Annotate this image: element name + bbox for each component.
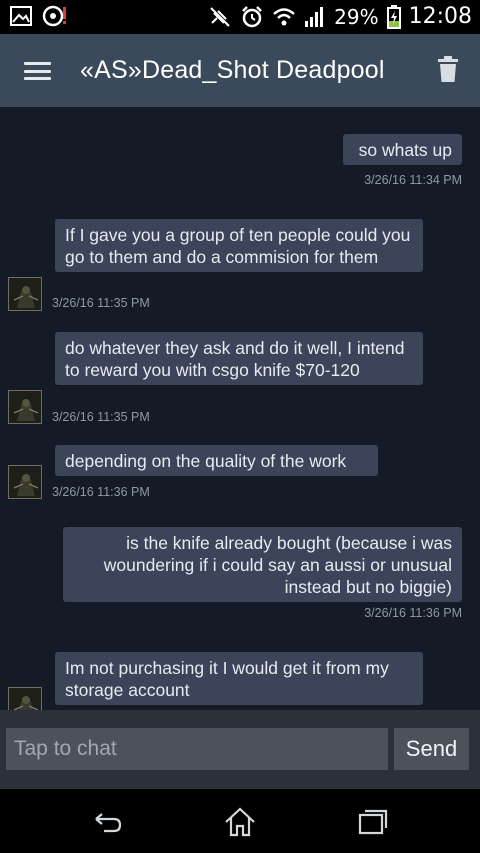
message-timestamp: 3/26/16 11:36 PM: [52, 485, 150, 499]
home-icon[interactable]: [223, 805, 257, 839]
message-bubble-incoming[interactable]: do whatever they ask and do it well, I i…: [55, 332, 423, 385]
message-timestamp: 3/26/16 11:34 PM: [364, 173, 462, 187]
clock: 12:08: [408, 4, 472, 29]
image-icon: [10, 6, 32, 26]
app-bar: «AS»Dead_Shot Deadpool: [0, 34, 480, 107]
message-bubble-incoming[interactable]: depending on the quality of the work: [55, 445, 378, 476]
signal-icon: [305, 6, 324, 27]
alert-icon: [42, 5, 66, 27]
navigation-bar: [0, 789, 480, 853]
message-bubble-outgoing[interactable]: so whats up: [343, 134, 462, 165]
avatar[interactable]: [8, 277, 42, 311]
battery-percent: 29%: [334, 4, 379, 29]
message-text: Im not purchasing it I would get it from…: [65, 658, 389, 700]
message-timestamp: 3/26/16 11:35 PM: [52, 410, 150, 424]
chat-input[interactable]: [6, 728, 388, 770]
avatar[interactable]: [8, 390, 42, 424]
message-list[interactable]: so whats up 3/26/16 11:34 PM If I gave y…: [0, 107, 480, 710]
status-bar: 29% 12:08: [0, 0, 480, 34]
message-text: is the knife already bought (because i w…: [103, 533, 452, 597]
message-bubble-incoming[interactable]: If I gave you a group of ten people coul…: [55, 219, 423, 272]
trash-icon[interactable]: [438, 56, 458, 82]
send-button[interactable]: Send: [394, 728, 469, 770]
wifi-icon: [273, 7, 295, 25]
chat-title: «AS»Dead_Shot Deadpool: [80, 56, 385, 84]
message-bubble-incoming[interactable]: Im not purchasing it I would get it from…: [55, 652, 423, 705]
battery-charging-icon: [386, 4, 401, 29]
avatar-image: [9, 466, 41, 498]
alarm-icon: [242, 5, 263, 27]
message-timestamp: 3/26/16 11:35 PM: [52, 296, 150, 310]
composer-bar: Send: [0, 710, 480, 789]
recents-icon[interactable]: [356, 805, 390, 839]
avatar-image: [9, 688, 41, 710]
back-icon[interactable]: [90, 805, 124, 839]
message-text: If I gave you a group of ten people coul…: [65, 225, 411, 267]
message-bubble-outgoing[interactable]: is the knife already bought (because i w…: [63, 527, 462, 602]
message-text: do whatever they ask and do it well, I i…: [65, 338, 405, 380]
avatar[interactable]: [8, 687, 42, 710]
message-timestamp: 3/26/16 11:36 PM: [364, 606, 462, 620]
avatar-image: [9, 391, 41, 423]
avatar-image: [9, 278, 41, 310]
mute-icon: [210, 6, 230, 27]
avatar[interactable]: [8, 465, 42, 499]
hamburger-icon[interactable]: [24, 62, 51, 80]
message-text: so whats up: [358, 140, 452, 160]
message-text: depending on the quality of the work: [65, 451, 347, 471]
